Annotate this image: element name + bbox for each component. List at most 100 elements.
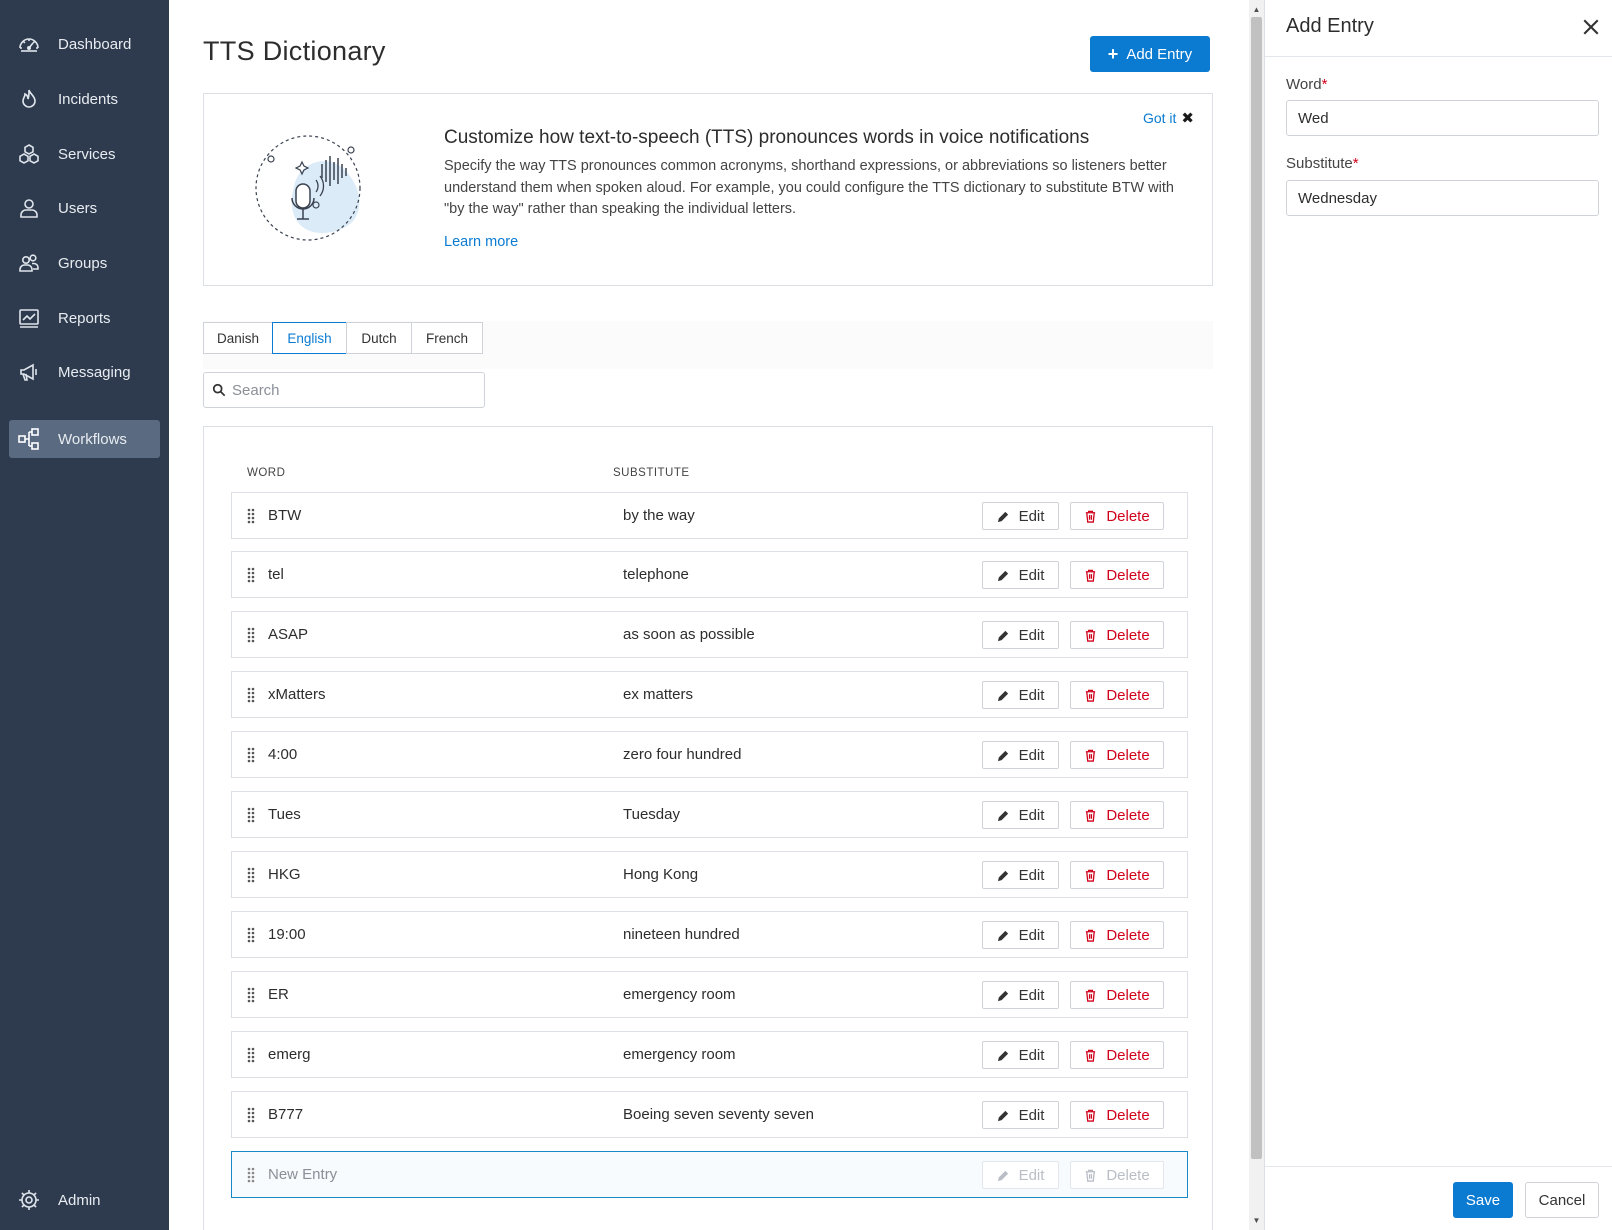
- search-icon: [212, 383, 226, 397]
- sidebar-item-incidents[interactable]: Incidents: [9, 80, 160, 118]
- close-icon: ✖: [1181, 110, 1194, 127]
- table-row: B777 Boeing seven seventy seven Edit Del…: [231, 1091, 1188, 1138]
- cancel-button[interactable]: Cancel: [1525, 1182, 1599, 1218]
- edit-button[interactable]: Edit: [982, 741, 1059, 769]
- substitute-input[interactable]: [1286, 180, 1599, 216]
- drag-handle-icon[interactable]: [246, 1166, 256, 1184]
- add-entry-panel: Add Entry Word* Substitute* Save Cancel: [1264, 0, 1612, 1230]
- delete-label: Delete: [1106, 1046, 1150, 1064]
- word-input[interactable]: [1286, 100, 1599, 136]
- drag-handle-icon[interactable]: [246, 507, 256, 525]
- edit-label: Edit: [1018, 1106, 1045, 1124]
- learn-more-link[interactable]: Learn more: [444, 234, 518, 250]
- column-header-word: WORD: [247, 467, 286, 479]
- drag-handle-icon[interactable]: [246, 986, 256, 1004]
- delete-button[interactable]: Delete: [1070, 921, 1164, 949]
- edit-button[interactable]: Edit: [982, 502, 1059, 530]
- edit-button[interactable]: Edit: [982, 561, 1059, 589]
- sidebar-item-users[interactable]: Users: [9, 189, 160, 227]
- edit-button[interactable]: Edit: [982, 921, 1059, 949]
- sidebar-item-label: Workflows: [58, 430, 127, 448]
- substitute-cell: emergency room: [623, 986, 736, 1003]
- plus-icon: +: [1107, 43, 1119, 64]
- delete-button[interactable]: Delete: [1070, 801, 1164, 829]
- drag-handle-icon[interactable]: [246, 686, 256, 704]
- scroll-down-icon[interactable]: ▼: [1249, 1213, 1264, 1228]
- sidebar-item-admin[interactable]: Admin: [9, 1181, 160, 1219]
- scroll-thumb[interactable]: [1251, 17, 1262, 1159]
- drag-handle-icon[interactable]: [246, 566, 256, 584]
- tab-english[interactable]: English: [272, 322, 347, 354]
- sidebar-item-groups[interactable]: Groups: [9, 244, 160, 282]
- delete-button[interactable]: Delete: [1070, 502, 1164, 530]
- got-it-dismiss-button[interactable]: Got it ✖: [1143, 109, 1194, 127]
- word-cell: Tues: [268, 806, 301, 823]
- save-button[interactable]: Save: [1453, 1182, 1513, 1218]
- table-row: Tues Tuesday Edit Delete: [231, 791, 1188, 838]
- pencil-icon: [997, 1110, 1008, 1121]
- drag-handle-icon[interactable]: [246, 626, 256, 644]
- edit-label: Edit: [1018, 746, 1045, 764]
- edit-button[interactable]: Edit: [982, 801, 1059, 829]
- word-cell: 4:00: [268, 746, 298, 763]
- new-entry-placeholder: New Entry: [268, 1166, 338, 1183]
- edit-button[interactable]: Edit: [982, 621, 1059, 649]
- delete-label: Delete: [1106, 566, 1150, 584]
- pencil-icon: [997, 630, 1008, 641]
- delete-button[interactable]: Delete: [1070, 561, 1164, 589]
- drag-handle-icon[interactable]: [246, 1046, 256, 1064]
- tab-danish[interactable]: Danish: [203, 322, 273, 354]
- edit-button[interactable]: Edit: [982, 981, 1059, 1009]
- edit-button[interactable]: Edit: [982, 861, 1059, 889]
- delete-label: Delete: [1106, 806, 1150, 824]
- tab-french[interactable]: French: [411, 322, 483, 354]
- sidebar-item-services[interactable]: Services: [9, 135, 160, 173]
- scroll-up-icon[interactable]: ▲: [1249, 2, 1264, 17]
- trash-icon: [1086, 689, 1096, 702]
- edit-button[interactable]: Edit: [982, 1101, 1059, 1129]
- delete-button[interactable]: Delete: [1070, 621, 1164, 649]
- delete-button[interactable]: Delete: [1070, 1101, 1164, 1129]
- gear-icon: [17, 1188, 41, 1212]
- sidebar-item-dashboard[interactable]: Dashboard: [9, 25, 160, 63]
- drag-handle-icon[interactable]: [246, 1106, 256, 1124]
- info-body: Specify the way TTS pronounces common ac…: [444, 158, 1174, 217]
- main-scrollbar[interactable]: ▲ ▼: [1249, 0, 1264, 1230]
- dashboard-icon: [17, 32, 41, 56]
- table-row: 19:00 nineteen hundred Edit Delete: [231, 911, 1188, 958]
- pencil-icon: [997, 1050, 1008, 1061]
- sidebar-item-reports[interactable]: Reports: [9, 299, 160, 337]
- delete-button[interactable]: Delete: [1070, 681, 1164, 709]
- panel-header: Add Entry: [1265, 0, 1612, 57]
- drag-handle-icon[interactable]: [246, 866, 256, 884]
- edit-button[interactable]: Edit: [982, 681, 1059, 709]
- sidebar-item-messaging[interactable]: Messaging: [9, 353, 160, 391]
- word-cell: 19:00: [268, 926, 306, 943]
- panel-footer: Save Cancel: [1265, 1166, 1612, 1230]
- substitute-cell: as soon as possible: [623, 626, 755, 643]
- trash-icon: [1086, 629, 1096, 642]
- delete-button[interactable]: Delete: [1070, 981, 1164, 1009]
- edit-label: Edit: [1018, 926, 1045, 944]
- search-input[interactable]: [232, 381, 472, 399]
- add-entry-label: Add Entry: [1126, 45, 1193, 63]
- delete-label: Delete: [1106, 686, 1150, 704]
- trash-icon: [1086, 869, 1096, 882]
- add-entry-button[interactable]: + Add Entry: [1090, 36, 1210, 72]
- edit-label: Edit: [1018, 566, 1045, 584]
- sidebar-item-workflows[interactable]: Workflows: [9, 420, 160, 458]
- info-card: Customize how text-to-speech (TTS) prono…: [203, 93, 1213, 286]
- drag-handle-icon[interactable]: [246, 806, 256, 824]
- edit-button-disabled: Edit: [982, 1161, 1059, 1189]
- drag-handle-icon[interactable]: [246, 926, 256, 944]
- delete-button-disabled: Delete: [1070, 1161, 1164, 1189]
- tab-dutch[interactable]: Dutch: [346, 322, 412, 354]
- delete-button[interactable]: Delete: [1070, 741, 1164, 769]
- drag-handle-icon[interactable]: [246, 746, 256, 764]
- close-icon[interactable]: [1581, 17, 1601, 37]
- edit-button[interactable]: Edit: [982, 1041, 1059, 1069]
- delete-button[interactable]: Delete: [1070, 1041, 1164, 1069]
- delete-button[interactable]: Delete: [1070, 861, 1164, 889]
- word-cell: HKG: [268, 866, 301, 883]
- delete-label: Delete: [1106, 986, 1150, 1004]
